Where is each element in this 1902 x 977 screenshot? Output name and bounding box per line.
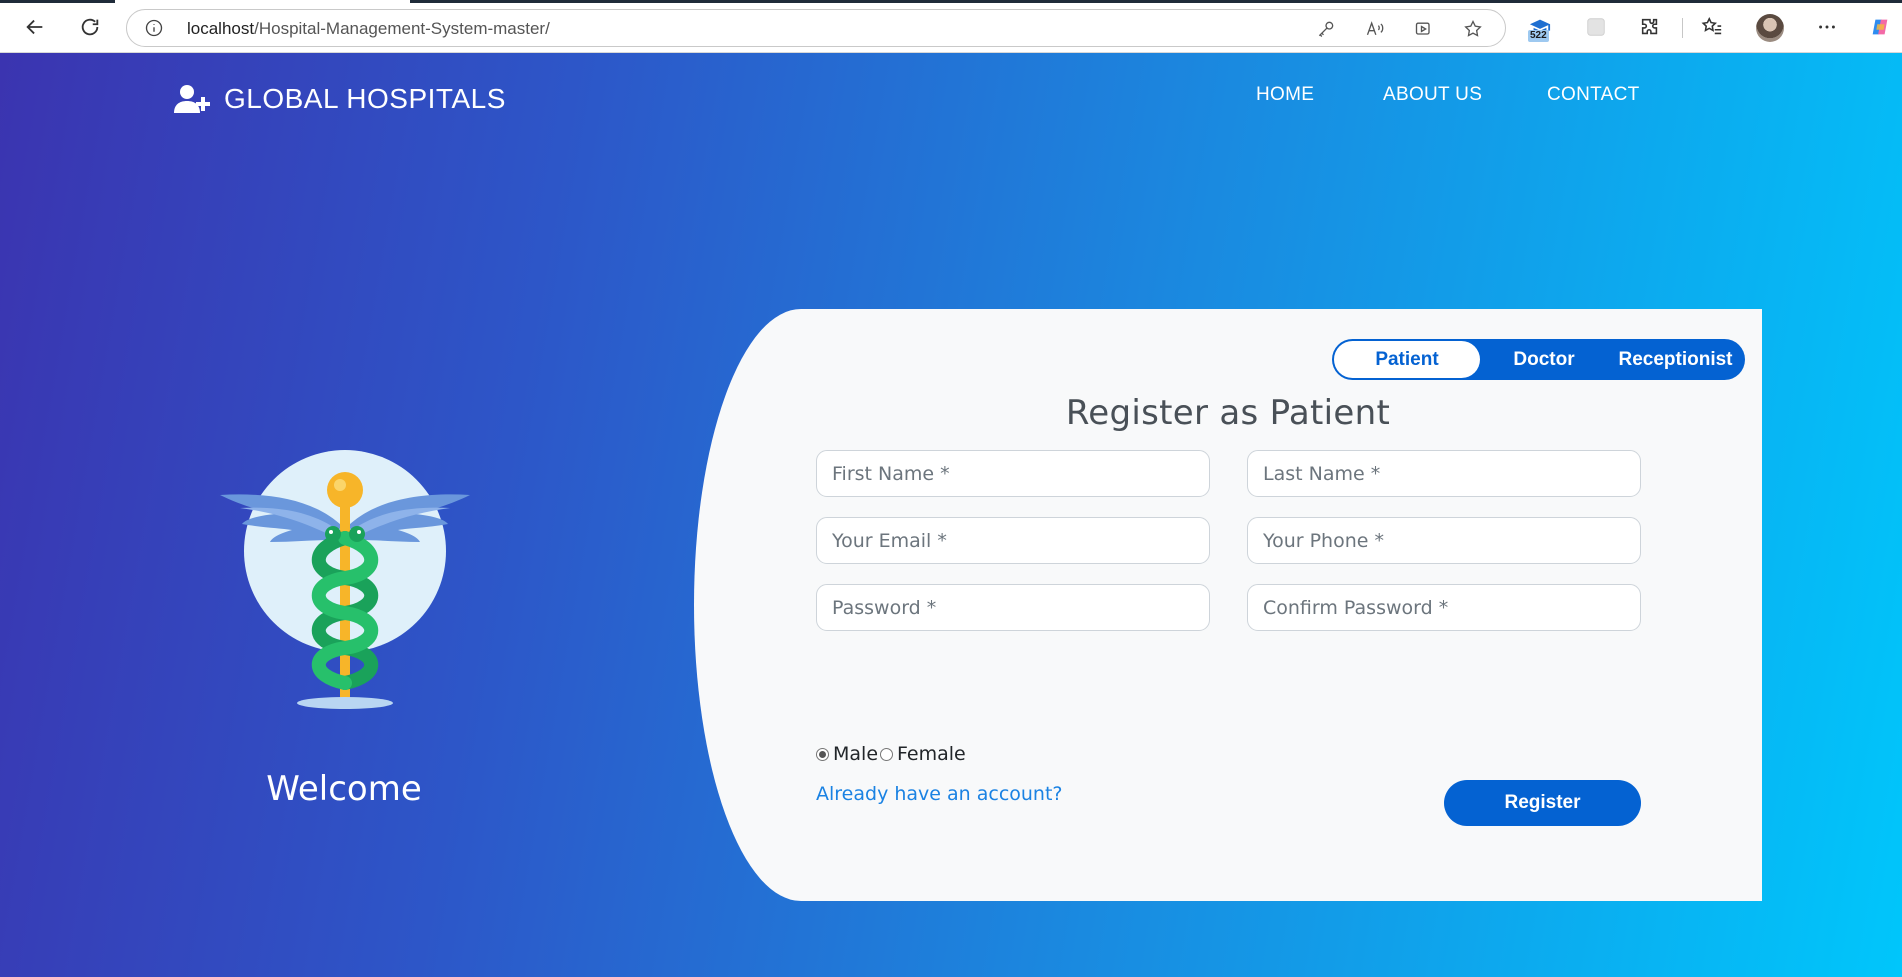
tab-strip <box>0 0 1902 3</box>
registration-card: Patient Doctor Receptionist Register as … <box>694 309 1762 901</box>
gender-male-label: Male <box>833 743 879 765</box>
browser-toolbar: localhost/Hospital-Management-System-mas… <box>0 0 1902 53</box>
extension-placeholder-button[interactable] <box>1582 13 1610 41</box>
gender-group: Male Female <box>816 743 966 765</box>
nav-contact[interactable]: CONTACT <box>1547 84 1640 106</box>
caduceus-emblem <box>220 450 470 709</box>
more-dots-icon <box>1819 25 1835 29</box>
user-plus-icon <box>174 85 210 113</box>
copilot-button[interactable] <box>1866 13 1894 41</box>
email-input[interactable] <box>816 517 1210 564</box>
toolbar-separator <box>1682 18 1683 38</box>
url-host: localhost <box>187 19 255 38</box>
back-button[interactable] <box>20 12 50 42</box>
read-aloud-icon <box>1366 21 1384 36</box>
first-name-input[interactable] <box>816 450 1210 497</box>
password-key-button[interactable] <box>1315 18 1337 40</box>
key-icon <box>1318 21 1334 37</box>
phone-input[interactable] <box>1247 517 1641 564</box>
puzzle-icon <box>1641 18 1658 35</box>
confirm-password-input[interactable] <box>1247 584 1641 631</box>
favorite-button[interactable] <box>1462 18 1484 40</box>
brand[interactable]: GLOBAL HOSPITALS <box>174 83 506 115</box>
password-input[interactable] <box>816 584 1210 631</box>
login-link[interactable]: Already have an account? <box>816 783 1063 805</box>
address-bar[interactable]: localhost/Hospital-Management-System-mas… <box>126 9 1506 47</box>
last-name-input[interactable] <box>1247 450 1641 497</box>
info-icon[interactable] <box>145 19 163 37</box>
favorites-list-icon <box>1701 16 1722 35</box>
role-patient-tab[interactable]: Patient <box>1334 341 1480 378</box>
copilot-icon <box>1872 19 1888 35</box>
extensions-button[interactable] <box>1636 13 1664 41</box>
nav-about[interactable]: ABOUT US <box>1383 84 1482 106</box>
video-icon <box>1415 22 1430 35</box>
profile-avatar[interactable] <box>1756 14 1784 42</box>
brand-name: GLOBAL HOSPITALS <box>224 83 506 114</box>
url-path: /Hospital-Management-System-master/ <box>254 19 550 38</box>
role-toggle: Patient Doctor Receptionist <box>1332 339 1745 380</box>
register-button[interactable]: Register <box>1444 780 1641 826</box>
refresh-icon <box>81 18 99 36</box>
extension-tile-icon <box>1587 18 1605 36</box>
read-aloud-button[interactable] <box>1364 18 1386 40</box>
gender-male-radio[interactable] <box>816 747 829 761</box>
gender-female-label: Female <box>897 743 966 765</box>
page-background: GLOBAL HOSPITALS HOME ABOUT US CONTACT W… <box>0 53 1902 977</box>
star-icon <box>1464 19 1482 37</box>
favorites-button[interactable] <box>1698 13 1726 41</box>
more-menu-button[interactable] <box>1813 13 1841 41</box>
extension-badge: 522 <box>1528 30 1549 42</box>
welcome-text: Welcome <box>266 769 422 809</box>
role-doctor-tab[interactable]: Doctor <box>1492 339 1596 380</box>
url-text[interactable]: localhost/Hospital-Management-System-mas… <box>187 19 550 39</box>
tab-strip-right <box>410 0 1902 3</box>
back-arrow-icon <box>26 19 43 35</box>
form-title: Register as Patient <box>1065 393 1391 433</box>
video-button[interactable] <box>1413 18 1435 40</box>
refresh-button[interactable] <box>75 12 105 42</box>
tab-strip-left <box>0 0 115 3</box>
role-receptionist-tab[interactable]: Receptionist <box>1606 339 1745 380</box>
nav-home[interactable]: HOME <box>1256 84 1314 106</box>
gender-female-radio[interactable] <box>880 747 894 761</box>
